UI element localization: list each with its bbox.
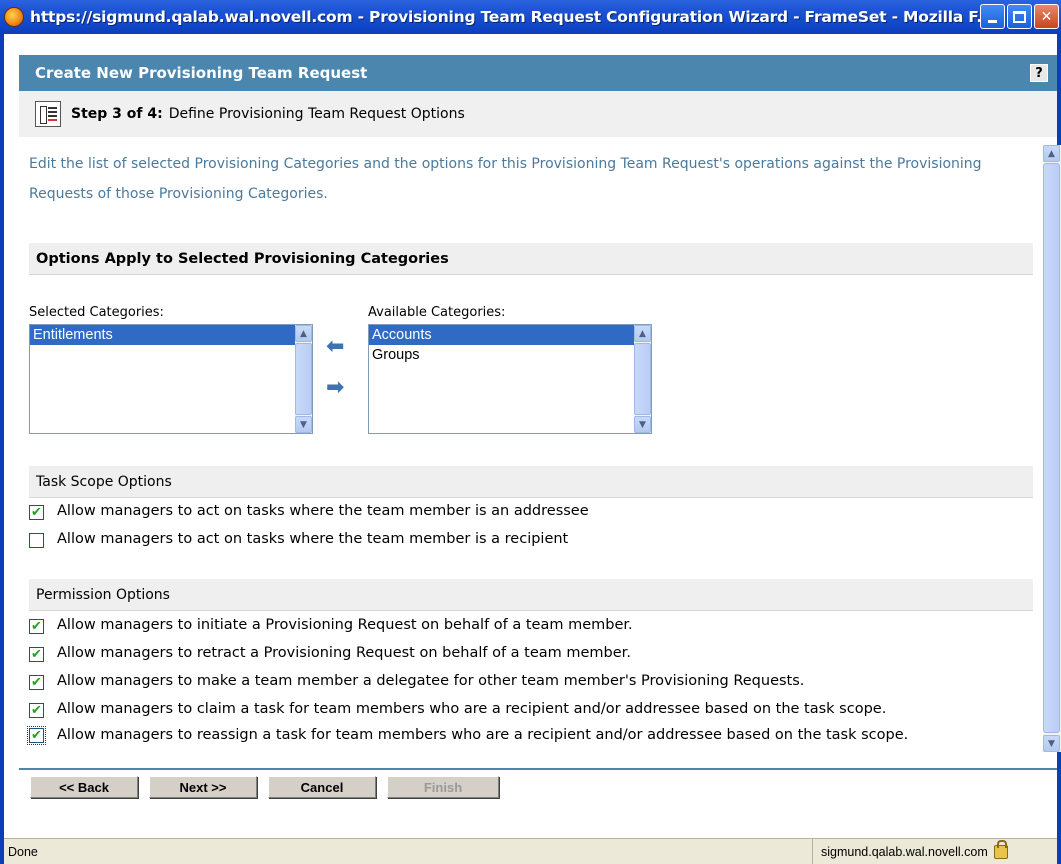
checkbox[interactable]: ✔	[29, 505, 44, 520]
window-frame-left	[0, 34, 4, 864]
page-title: Create New Provisioning Team Request	[35, 64, 368, 82]
lock-icon[interactable]	[993, 839, 1008, 859]
list-item[interactable]: Entitlements	[30, 325, 312, 345]
checkbox[interactable]: ✔	[29, 703, 44, 718]
list-scrollbar[interactable]: ▲ ▼	[634, 325, 651, 433]
available-categories-list[interactable]: Accounts Groups ▲ ▼	[368, 324, 652, 434]
wizard-step-icon	[35, 101, 61, 127]
option-label: Allow managers to retract a Provisioning…	[57, 645, 631, 661]
option-label: Allow managers to reassign a task for te…	[57, 727, 909, 743]
window-title: https://sigmund.qalab.wal.novell.com - P…	[30, 8, 982, 26]
scroll-down-icon[interactable]: ▼	[295, 416, 312, 433]
back-button[interactable]: << Back	[30, 776, 138, 798]
help-icon[interactable]: ?	[1030, 64, 1048, 82]
status-text: Done	[8, 844, 38, 859]
scroll-up-icon[interactable]: ▲	[1043, 145, 1060, 162]
scroll-down-icon[interactable]: ▼	[634, 416, 651, 433]
close-icon: ✕	[1040, 8, 1053, 25]
maximize-icon	[1013, 10, 1026, 23]
status-bar: Done sigmund.qalab.wal.novell.com	[4, 838, 1057, 864]
window-titlebar: https://sigmund.qalab.wal.novell.com - P…	[0, 0, 1061, 34]
list-item[interactable]: Groups	[369, 345, 651, 365]
wizard-header: Create New Provisioning Team Request ?	[19, 55, 1057, 91]
minimize-icon	[988, 20, 997, 23]
scroll-up-icon[interactable]: ▲	[295, 325, 312, 342]
permission-option-claim[interactable]: ✔ Allow managers to claim a task for tea…	[29, 701, 886, 718]
checkbox[interactable]: ✔	[29, 675, 44, 690]
option-label: Allow managers to act on tasks where the…	[57, 531, 569, 547]
status-host: sigmund.qalab.wal.novell.com	[812, 838, 1027, 864]
list-item[interactable]: Accounts	[369, 325, 651, 345]
list-scrollbar[interactable]: ▲ ▼	[295, 325, 312, 433]
cancel-button[interactable]: Cancel	[268, 776, 376, 798]
step-bar: Step 3 of 4: Define Provisioning Team Re…	[19, 91, 1057, 137]
selected-categories-label: Selected Categories:	[29, 305, 164, 320]
wizard-button-row: << Back Next >> Cancel Finish	[30, 776, 510, 798]
selected-categories-list[interactable]: Entitlements ▲ ▼	[29, 324, 313, 434]
permission-option-initiate[interactable]: ✔ Allow managers to initiate a Provision…	[29, 617, 633, 634]
categories-section-heading: Options Apply to Selected Provisioning C…	[29, 243, 1033, 275]
scroll-thumb[interactable]	[1043, 163, 1060, 733]
permission-option-retract[interactable]: ✔ Allow managers to retract a Provisioni…	[29, 645, 631, 662]
move-left-arrow-icon[interactable]: ⬅	[326, 336, 344, 358]
page-scrollbar[interactable]: ▲ ▼	[1043, 145, 1061, 752]
finish-button: Finish	[387, 776, 499, 798]
firefox-icon	[4, 7, 24, 27]
checkbox[interactable]: ✔	[29, 619, 44, 634]
permission-options-heading: Permission Options	[29, 579, 1033, 611]
permission-option-delegatee[interactable]: ✔ Allow managers to make a team member a…	[29, 673, 804, 690]
step-number: Step 3 of 4:	[71, 106, 163, 122]
scroll-thumb[interactable]	[634, 343, 651, 415]
task-scope-option-recipient[interactable]: Allow managers to act on tasks where the…	[29, 531, 568, 548]
option-label: Allow managers to claim a task for team …	[57, 701, 887, 717]
scroll-down-icon[interactable]: ▼	[1043, 735, 1060, 752]
option-label: Allow managers to make a team member a d…	[57, 673, 805, 689]
scroll-thumb[interactable]	[295, 343, 312, 415]
minimize-button[interactable]	[980, 4, 1005, 29]
scroll-up-icon[interactable]: ▲	[634, 325, 651, 342]
move-right-arrow-icon[interactable]: ➡	[326, 377, 344, 399]
checkbox[interactable]: ✔	[27, 726, 46, 745]
task-scope-option-addressee[interactable]: ✔ Allow managers to act on tasks where t…	[29, 503, 589, 520]
available-categories-label: Available Categories:	[368, 305, 506, 320]
step-title: Define Provisioning Team Request Options	[168, 106, 465, 122]
button-separator	[19, 768, 1057, 770]
wizard-content: Edit the list of selected Provisioning C…	[19, 137, 1043, 768]
permission-option-reassign[interactable]: ✔ Allow managers to reassign a task for …	[27, 726, 1019, 745]
checkbox[interactable]	[29, 533, 44, 548]
checkbox[interactable]: ✔	[29, 647, 44, 662]
maximize-button[interactable]	[1007, 4, 1032, 29]
intro-text: Edit the list of selected Provisioning C…	[29, 156, 982, 202]
close-button[interactable]: ✕	[1034, 4, 1059, 29]
option-label: Allow managers to initiate a Provisionin…	[57, 617, 633, 633]
task-scope-heading: Task Scope Options	[29, 466, 1033, 498]
option-label: Allow managers to act on tasks where the…	[57, 503, 589, 519]
next-button[interactable]: Next >>	[149, 776, 257, 798]
status-host-label: sigmund.qalab.wal.novell.com	[821, 844, 988, 859]
